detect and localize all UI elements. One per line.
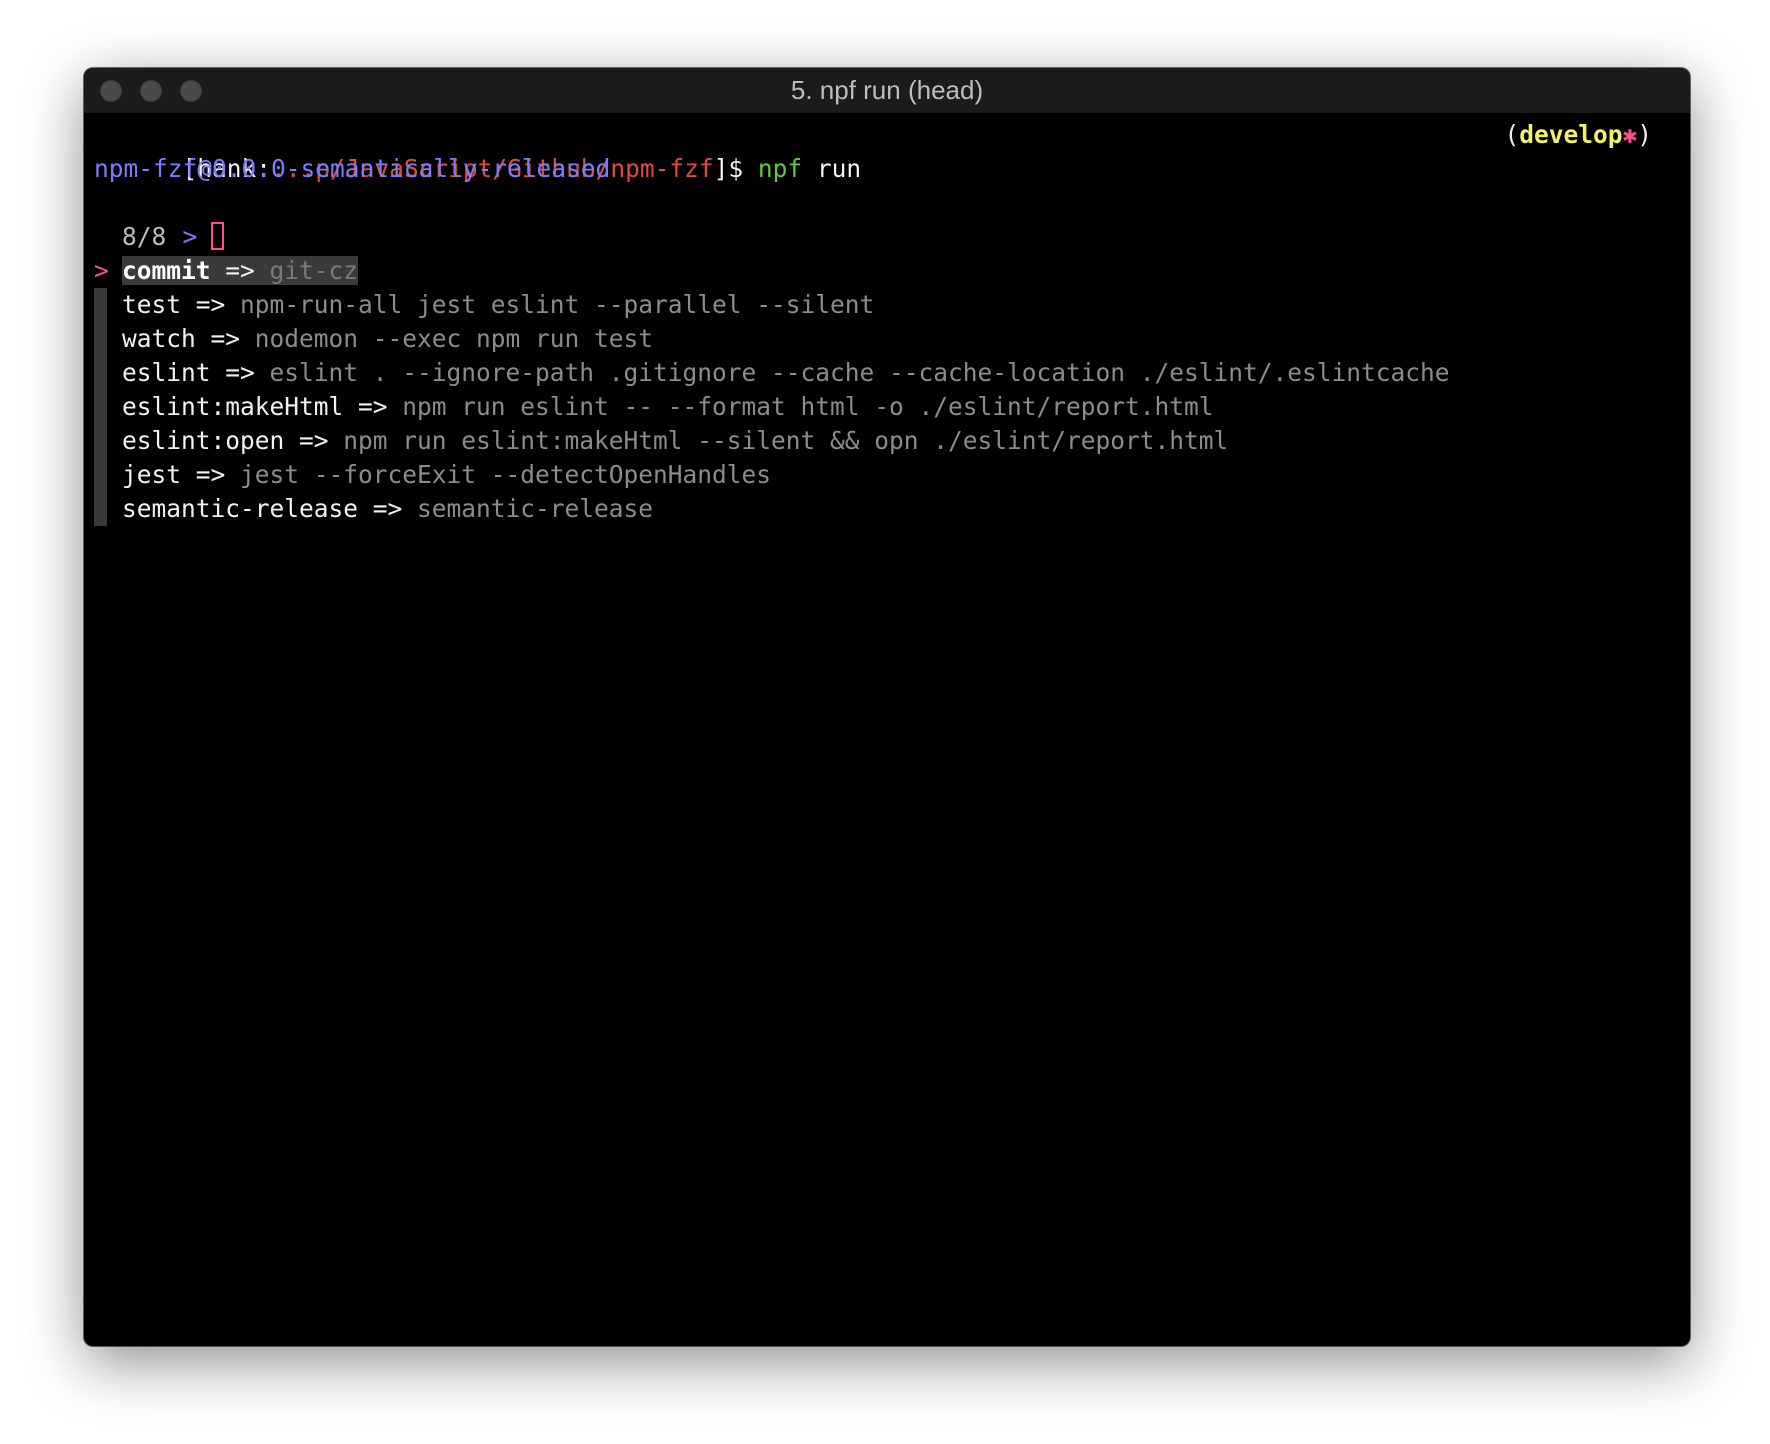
- script-name: semantic-release: [122, 494, 359, 523]
- arrow-separator: =>: [284, 426, 344, 455]
- script-name: commit: [122, 256, 211, 285]
- item-text: eslint => eslint . --ignore-path .gitign…: [122, 358, 1450, 387]
- title-bar: 5. npf run (head): [84, 68, 1690, 114]
- list-gutter: [94, 288, 107, 322]
- list-gutter: [94, 356, 107, 390]
- script-command: semantic-release: [417, 494, 654, 523]
- script-command: jest --forceExit --detectOpenHandles: [240, 460, 772, 489]
- script-command: npm run eslint -- --format html -o ./esl…: [402, 392, 1214, 421]
- item-text: watch => nodemon --exec npm run test: [122, 324, 653, 353]
- list-gutter: [94, 458, 107, 492]
- item-text: commit => git-cz: [122, 256, 359, 285]
- item-text: test => npm-run-all jest eslint --parall…: [122, 290, 874, 319]
- list-gutter: [94, 390, 107, 424]
- script-name: test: [122, 290, 182, 319]
- branch-name: develop: [1519, 120, 1623, 149]
- script-list: > commit => git-cz test => npm-run-all jes…: [94, 254, 1680, 526]
- script-command: eslint . --ignore-path .gitignore --cach…: [269, 358, 1450, 387]
- script-command: git-cz: [269, 256, 359, 285]
- item-text: eslint:makeHtml => npm run eslint -- --f…: [122, 392, 1214, 421]
- arrow-separator: =>: [210, 256, 270, 285]
- arrow-separator: =>: [181, 290, 241, 319]
- arrow-separator: =>: [181, 460, 241, 489]
- item-text: semantic-release => semantic-release: [122, 494, 653, 523]
- script-list-item[interactable]: jest => jest --forceExit --detectOpenHan…: [94, 458, 1680, 492]
- script-name: eslint:open: [122, 426, 285, 455]
- script-name: jest: [122, 460, 182, 489]
- arrow-separator: =>: [358, 494, 418, 523]
- script-list-item[interactable]: > commit => git-cz: [94, 254, 1680, 288]
- arrow-separator: =>: [343, 392, 403, 421]
- script-list-item[interactable]: semantic-release => semantic-release: [94, 492, 1680, 526]
- script-list-item[interactable]: eslint => eslint . --ignore-path .gitign…: [94, 356, 1680, 390]
- script-name: eslint:makeHtml: [122, 392, 344, 421]
- finder-query-line[interactable]: >: [94, 186, 1680, 251]
- item-text: eslint:open => npm run eslint:makeHtml -…: [122, 426, 1228, 455]
- script-name: watch: [122, 324, 196, 353]
- terminal-content[interactable]: [hank:...p/JavaScript/Github/npm-fzf]$ n…: [94, 118, 1680, 526]
- list-gutter: [94, 492, 107, 526]
- list-gutter: [94, 424, 107, 458]
- arrow-separator: =>: [195, 324, 255, 353]
- script-list-item[interactable]: eslint:open => npm run eslint:makeHtml -…: [94, 424, 1680, 458]
- script-list-item[interactable]: test => npm-run-all jest eslint --parall…: [94, 288, 1680, 322]
- script-command: npm run eslint:makeHtml --silent && opn …: [343, 426, 1229, 455]
- selection-pointer: >: [94, 256, 109, 285]
- item-text: jest => jest --forceExit --detectOpenHan…: [122, 460, 771, 489]
- list-gutter: [94, 322, 107, 356]
- branch-open-paren: (: [1504, 120, 1520, 149]
- terminal-window: 5. npf run (head) [hank:...p/JavaScript/…: [84, 68, 1690, 1346]
- arrow-separator: =>: [210, 358, 270, 387]
- script-list-item[interactable]: eslint:makeHtml => npm run eslint -- --f…: [94, 390, 1680, 424]
- branch-close-paren: ): [1637, 120, 1652, 149]
- git-branch-indicator: (develop✱): [1504, 118, 1652, 152]
- window-title: 5. npf run (head): [790, 75, 984, 105]
- package-version-line: npm-fzf@0.0.0-semantically-released: [94, 154, 611, 183]
- script-list-item[interactable]: watch => nodemon --exec npm run test: [94, 322, 1680, 356]
- script-name: eslint: [122, 358, 211, 387]
- dirty-marker: ✱: [1622, 120, 1638, 149]
- script-command: npm-run-all jest eslint --parallel --sil…: [240, 290, 875, 319]
- script-command: nodemon --exec npm run test: [254, 324, 654, 353]
- match-count: 8/8: [122, 222, 167, 251]
- shell-prompt-line: [hank:...p/JavaScript/Github/npm-fzf]$ n…: [94, 118, 1680, 183]
